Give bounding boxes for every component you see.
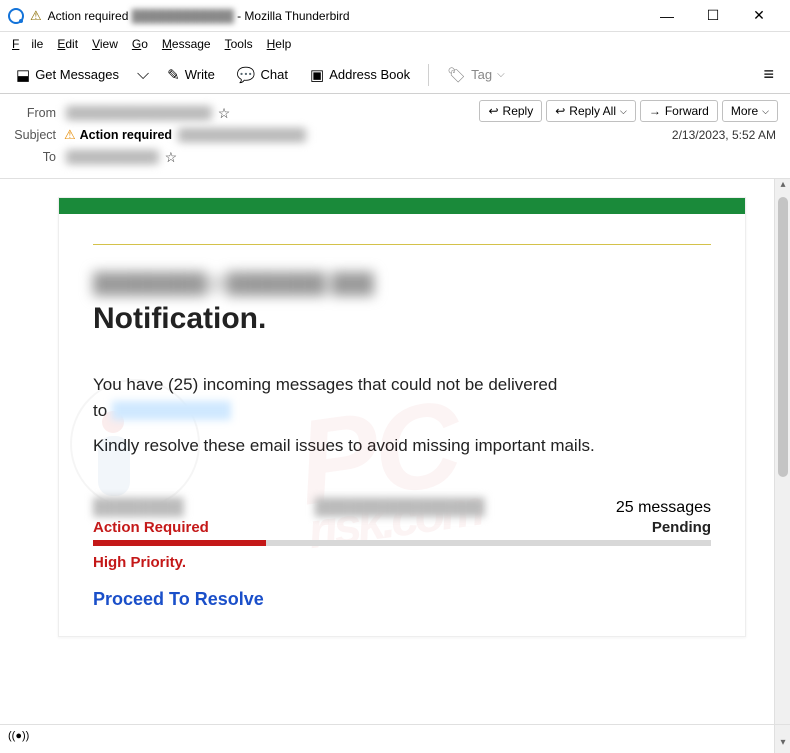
action-status-row: Action Required Pending <box>93 519 711 536</box>
toolbar-separator <box>428 64 429 86</box>
online-status-icon[interactable]: ((●)) <box>8 730 29 742</box>
pencil-icon: ✎ <box>167 66 180 84</box>
message-count: 25 messages <box>616 499 711 517</box>
message-header: From ████████████████ ☆ Subject ⚠ Action… <box>0 94 790 174</box>
warning-icon: ⚠ <box>30 8 42 24</box>
body-line-1: You have (25) incoming messages that cou… <box>93 372 711 423</box>
message-date: 2/13/2023, 5:52 AM <box>672 128 776 142</box>
chat-button[interactable]: 💬 Chat <box>229 62 296 88</box>
to-label: To <box>12 150 64 164</box>
vertical-scrollbar[interactable]: ▴ ▾ <box>774 179 790 753</box>
from-label: From <box>12 106 64 120</box>
menu-file[interactable]: File <box>6 35 49 53</box>
subject-label: Subject <box>12 128 64 142</box>
message-body[interactable]: PCrisk.com ████████@███████.███ Notifica… <box>0 179 774 753</box>
status-bar: ((●)) <box>0 724 790 746</box>
get-messages-button[interactable]: ⬓ Get Messages <box>8 62 127 88</box>
progress-fill <box>93 540 266 546</box>
body-line-2: Kindly resolve these email issues to avo… <box>93 433 711 459</box>
get-messages-dropdown[interactable]: ⌵ <box>133 62 153 88</box>
forward-button[interactable]: →Forward <box>640 100 718 122</box>
main-toolbar: ⬓ Get Messages ⌵ ✎ Write 💬 Chat ▣ Addres… <box>0 56 790 94</box>
pending-label: Pending <box>652 519 711 536</box>
close-button[interactable]: ✕ <box>736 0 782 32</box>
window-title: Action required ████████████ - Mozilla T… <box>48 9 350 23</box>
menu-message[interactable]: Message <box>156 35 217 53</box>
menu-go[interactable]: Go <box>126 35 154 53</box>
maximize-button[interactable]: ☐ <box>690 0 736 32</box>
star-from-icon[interactable]: ☆ <box>218 105 231 122</box>
subject-value: Action required <box>80 128 172 142</box>
green-header-bar <box>59 198 745 214</box>
reply-button[interactable]: ↩Reply <box>479 100 542 122</box>
write-button[interactable]: ✎ Write <box>159 62 223 88</box>
thunderbird-icon <box>8 8 24 24</box>
menu-view[interactable]: View <box>86 35 124 53</box>
chat-icon: 💬 <box>237 66 256 84</box>
tag-button[interactable]: 🏷 Tag ⌵ <box>439 62 513 88</box>
reply-icon: ↩ <box>488 104 498 118</box>
progress-bar <box>93 540 711 546</box>
scrollbar-thumb[interactable] <box>778 197 788 477</box>
recipient-email-blurred: ████████@███████.███ <box>93 273 374 296</box>
notification-heading: Notification. <box>93 302 711 336</box>
reply-all-button[interactable]: ↩Reply All⌵ <box>546 100 636 122</box>
to-value[interactable]: ██████████ <box>64 150 161 164</box>
reply-all-icon: ↩ <box>555 104 565 118</box>
message-pane: PCrisk.com ████████@███████.███ Notifica… <box>0 179 790 753</box>
address-book-icon: ▣ <box>310 66 324 84</box>
more-button[interactable]: More⌵ <box>722 100 778 122</box>
star-to-icon[interactable]: ☆ <box>165 149 178 166</box>
tag-icon: 🏷 <box>447 66 466 84</box>
forward-icon: → <box>649 104 661 118</box>
action-required-label: Action Required <box>93 519 209 536</box>
address-book-button[interactable]: ▣ Address Book <box>302 62 418 88</box>
menu-edit[interactable]: Edit <box>51 35 84 53</box>
download-icon: ⬓ <box>16 66 30 84</box>
proceed-link[interactable]: Proceed To Resolve <box>93 589 711 610</box>
window-titlebar: ⚠ Action required ████████████ - Mozilla… <box>0 0 790 32</box>
email-content-card: ████████@███████.███ Notification. You h… <box>58 197 746 637</box>
status-summary-row: ████████ ███████████████ 25 messages <box>93 499 711 517</box>
app-menu-button[interactable]: ≡ <box>755 60 782 89</box>
menu-help[interactable]: Help <box>261 35 298 53</box>
minimize-button[interactable]: — <box>644 0 690 32</box>
menu-tools[interactable]: Tools <box>219 35 259 53</box>
scroll-up-arrow[interactable]: ▴ <box>775 179 790 195</box>
menu-bar: File Edit View Go Message Tools Help <box>0 32 790 56</box>
divider-line <box>93 244 711 245</box>
from-value[interactable]: ████████████████ <box>64 106 214 120</box>
subject-warning-icon: ⚠ <box>64 127 76 143</box>
priority-label: High Priority. <box>93 554 711 571</box>
